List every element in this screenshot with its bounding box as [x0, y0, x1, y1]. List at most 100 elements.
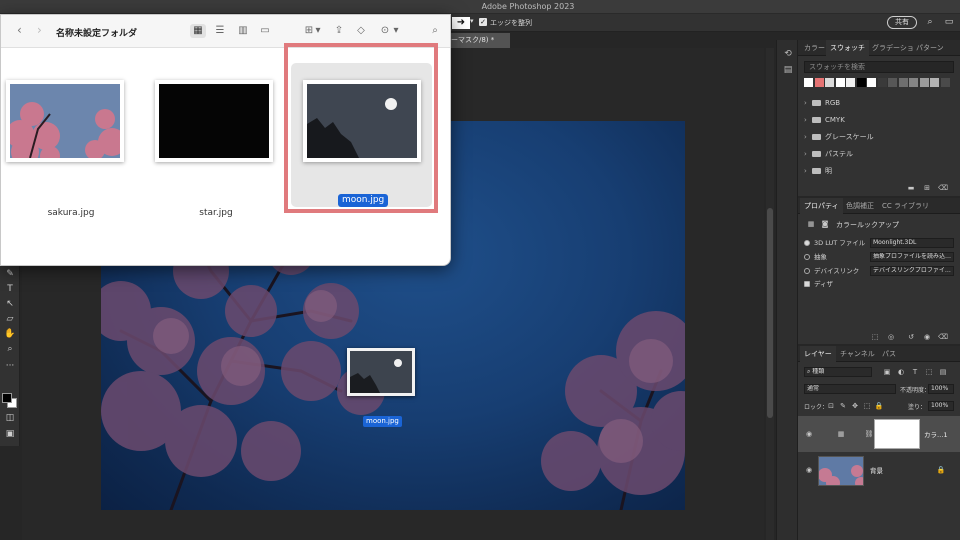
color-swatch[interactable] [940, 78, 950, 87]
device-link-radio[interactable] [804, 268, 810, 274]
color-swatch[interactable] [835, 78, 845, 87]
filter-smart-object-icon[interactable]: ▤ [938, 367, 948, 377]
abstract-select[interactable]: 抽象プロファイルを読み込… [870, 252, 954, 262]
lut-file-select[interactable]: Moonlight.3DL [870, 238, 954, 248]
lut-file-row[interactable]: 3D LUT ファイル Moonlight.3DL [804, 237, 954, 250]
color-swatch[interactable] [814, 78, 824, 87]
chevron-down-icon[interactable]: ▾ [470, 17, 474, 25]
file-item-sakura[interactable]: sakura.jpg [1, 48, 141, 218]
align-edges-checkbox[interactable]: ✓ [479, 18, 487, 26]
workspace-icon[interactable]: ▭ [943, 16, 955, 28]
color-swatch[interactable] [804, 78, 813, 87]
list-view-icon[interactable]: ☰ [212, 24, 228, 38]
color-swatch[interactable] [909, 78, 918, 87]
trash-icon[interactable]: ⌫ [938, 183, 948, 193]
device-link-select[interactable]: デバイスリンクプロファイ… [870, 266, 954, 276]
tab-swatches[interactable]: スウォッチ [826, 40, 869, 56]
filter-pixel-icon[interactable]: ▣ [882, 367, 892, 377]
lut-file-radio[interactable] [804, 240, 810, 246]
quick-mask-icon[interactable]: ◫ [3, 412, 17, 424]
color-swatch[interactable] [867, 78, 876, 87]
color-swatch[interactable] [846, 78, 855, 87]
back-icon[interactable]: ‹ [17, 23, 22, 37]
share-button[interactable]: 共有 [887, 16, 917, 29]
layer-mask-thumbnail[interactable] [874, 419, 920, 449]
search-icon[interactable]: ⌕ [924, 16, 936, 28]
color-swatch[interactable] [930, 78, 939, 87]
screen-mode-icon[interactable]: ▣ [3, 428, 17, 440]
layer-filter-select[interactable]: ⌕ 種類 [804, 367, 872, 377]
tab-color[interactable]: カラー [800, 40, 829, 56]
lock-all-icon[interactable]: 🔒 [874, 401, 884, 411]
lock-transparent-icon[interactable]: ⊡ [826, 401, 836, 411]
tab-cc-libraries[interactable]: CC ライブラリ [878, 198, 933, 214]
dither-checkbox[interactable] [804, 281, 810, 287]
tab-layers[interactable]: レイヤー [800, 346, 836, 362]
column-view-icon[interactable]: ▥ [235, 24, 251, 38]
clip-to-layer-icon[interactable]: ⬚ [870, 332, 880, 342]
icon-view-icon[interactable]: ▦ [190, 24, 206, 38]
tab-patterns[interactable]: パターン [912, 40, 948, 56]
reset-icon[interactable]: ↺ [906, 332, 916, 342]
lock-artboard-icon[interactable]: ⬚ [862, 401, 872, 411]
color-swatch[interactable] [825, 78, 834, 87]
visibility-icon[interactable]: ◉ [804, 465, 814, 475]
abstract-radio[interactable] [804, 254, 810, 260]
tag-icon[interactable]: ◇ [353, 24, 369, 38]
mask-icon[interactable]: ◙ [820, 219, 830, 229]
color-swatch[interactable] [856, 78, 866, 87]
fill-input[interactable]: 100% [928, 401, 954, 411]
pen-tool-icon[interactable]: ✎ [3, 268, 17, 280]
visibility-icon[interactable]: ◉ [804, 429, 814, 439]
more-actions-icon[interactable]: ⊙ [377, 24, 393, 38]
tab-channels[interactable]: チャンネル [836, 346, 879, 362]
opacity-input[interactable]: 100% [928, 384, 954, 394]
forward-icon[interactable]: › [37, 23, 42, 37]
color-swatch[interactable] [877, 78, 887, 87]
view-previous-icon[interactable]: ◎ [886, 332, 896, 342]
share-icon[interactable]: ⇪ [331, 24, 347, 38]
file-item-star[interactable]: star.jpg [146, 48, 286, 218]
layer-row-color-lookup[interactable]: ◉ ▦ ⛓ カラ…1 [798, 416, 960, 452]
trash-icon[interactable]: ⌫ [938, 332, 948, 342]
abstract-row[interactable]: 抽象 抽象プロファイルを読み込… [804, 251, 954, 264]
tab-properties[interactable]: プロパティ [800, 198, 843, 214]
lock-position-icon[interactable]: ✥ [850, 401, 860, 411]
swatch-group-cmyk[interactable]: › CMYK [804, 113, 954, 127]
layer-row-background[interactable]: ◉ 背景 🔒 [798, 452, 960, 488]
link-icon[interactable]: ⛓ [864, 429, 874, 439]
filter-type-icon[interactable]: T [910, 367, 920, 377]
scrollbar-thumb[interactable] [767, 208, 773, 418]
swatch-search-input[interactable]: スウォッチを検索 [804, 61, 954, 73]
type-tool-icon[interactable]: T [3, 283, 17, 295]
swatch-group-light[interactable]: › 明 [804, 164, 954, 178]
swatch-group-grayscale[interactable]: › グレースケール [804, 130, 954, 144]
arrow-tool-icon[interactable]: ➜ [452, 17, 470, 29]
new-swatch-icon[interactable]: ⊞ [922, 183, 932, 193]
more-tools-icon[interactable]: ··· [3, 360, 17, 372]
canvas-vertical-scrollbar[interactable] [766, 48, 774, 540]
chevron-down-icon[interactable]: ▾ [392, 24, 400, 38]
chevron-down-icon[interactable]: ▾ [314, 24, 322, 38]
tab-gradients[interactable]: グラデーショ [868, 40, 918, 56]
filter-adjustment-icon[interactable]: ◐ [896, 367, 906, 377]
hand-tool-icon[interactable]: ✋ [3, 328, 17, 340]
swatch-group-rgb[interactable]: › RGB [804, 96, 954, 110]
dragged-file-thumbnail[interactable] [347, 348, 415, 396]
filter-shape-icon[interactable]: ⬚ [924, 367, 934, 377]
visibility-icon[interactable]: ◉ [922, 332, 932, 342]
history-icon[interactable]: ⟲ [782, 48, 794, 60]
color-swatch[interactable] [898, 78, 908, 87]
device-link-row[interactable]: デバイスリンク デバイスリンクプロファイ… [804, 265, 954, 278]
path-selection-icon[interactable]: ↖ [3, 298, 17, 310]
gallery-view-icon[interactable]: ▭ [257, 24, 273, 38]
foreground-color-swatch[interactable] [2, 393, 12, 403]
document-tab[interactable]: ーマスク/8) * [445, 33, 510, 48]
dither-row[interactable]: ディザ [804, 278, 954, 291]
tab-adjustments[interactable]: 色調補正 [842, 198, 878, 214]
search-icon[interactable]: ⌕ [427, 24, 443, 38]
color-swatch[interactable] [888, 78, 897, 87]
zoom-tool-icon[interactable]: ⌕ [3, 343, 17, 355]
shape-tool-icon[interactable]: ▱ [3, 313, 17, 325]
new-group-icon[interactable]: ▬ [906, 183, 916, 193]
